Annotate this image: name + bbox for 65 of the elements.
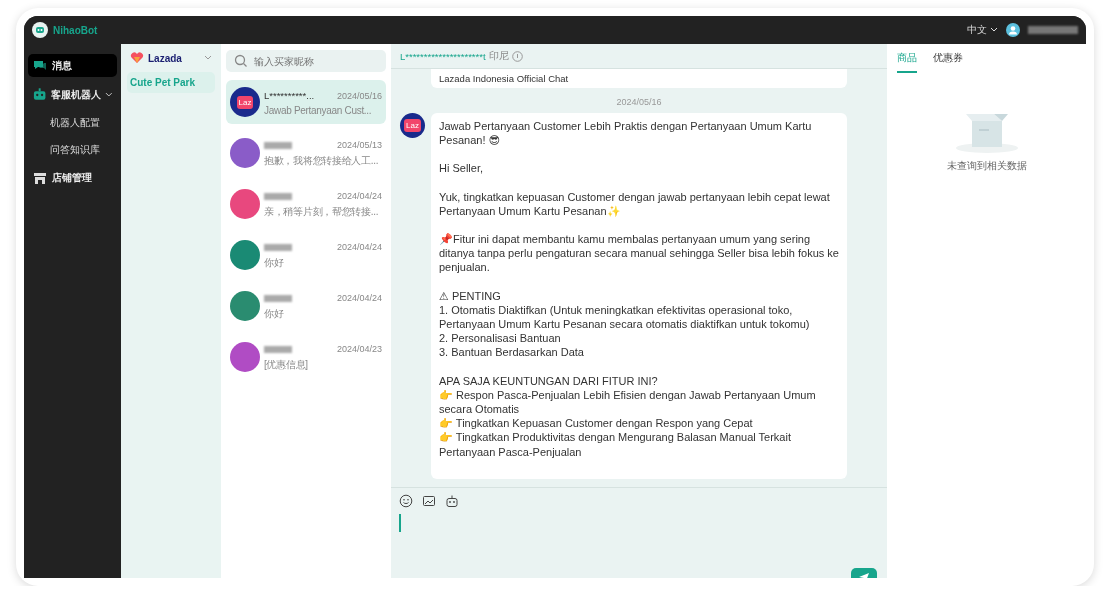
message-text: APA SAJA KEUNTUNGAN DARI FITUR INI? [439, 373, 659, 388]
message-preview: 你好 [264, 256, 285, 270]
avatar-logo-text: Laz [404, 119, 421, 132]
chevron-down-icon [204, 55, 212, 61]
conversation-item[interactable]: 2024/04/23 [优惠信息] [226, 335, 386, 379]
message-preview: Jawab Pertanyaan Cust... [264, 104, 373, 116]
message-date: 2024/04/24 [336, 293, 382, 303]
nav-subitem[interactable]: 问答知识库 [28, 139, 117, 161]
nav-subitem[interactable]: 机器人配置 [28, 112, 117, 134]
info-icon [511, 50, 523, 62]
conversation-item[interactable]: 2024/04/24 你好 [226, 233, 386, 277]
image-icon [422, 494, 436, 508]
empty-state-text: 未查询到相关数据 [946, 159, 1027, 173]
robot-icon [445, 494, 459, 508]
conversation-item[interactable]: Laz L**********... 2024/05/16 Jawab Pertanyaan Cust... [226, 80, 386, 124]
nav-item[interactable]: 客服机器人 [28, 83, 117, 106]
message-text: 📌Fitur ini dapat membantu kamu membalas pertanyaan umum yang sering ditanya tanpa perlu pengaturan secara manual sehingga Seller bisa lebih fokus ke penjualan. [439, 232, 839, 275]
redacted-name [264, 243, 292, 251]
message-date: 2024/05/16 [336, 90, 382, 101]
language-selector[interactable]: 中文 [967, 23, 998, 37]
message-preview: 你好 [264, 307, 285, 321]
message-text: 2. Personalisasi Bantuan [439, 331, 562, 346]
heart-logo-icon [130, 52, 144, 64]
nav-item[interactable]: 消息 [28, 54, 117, 77]
message-text: 👉 Tingkatkan Kepuasan Customer dengan Respon yang Cepat [439, 416, 754, 431]
message-text: Jawab Pertanyaan Customer Lebih Praktis dengan Pertanyaan Umum Kartu Pesanan! 😎 [439, 119, 813, 148]
contact-name: L**********... [264, 90, 315, 101]
conversation-item[interactable]: 2024/04/24 你好 [226, 284, 386, 328]
redacted-name [264, 345, 292, 353]
message-preview: 亲，稍等片刻，帮您转接... [264, 205, 380, 219]
redacted-name [264, 141, 292, 149]
date-separator: 2024/05/16 [615, 97, 663, 107]
message-text: 👉 Tingkatkan Produktivitas dengan Mengurang Balasan Manual Terkait Pertanyaan Pasca-Penjualan [439, 430, 792, 459]
chevron-down-icon [990, 27, 998, 33]
emoji-icon [399, 494, 413, 508]
message-date: 2024/05/13 [336, 140, 382, 150]
message-date: 2024/04/23 [336, 344, 382, 354]
user-avatar-icon [1006, 23, 1020, 37]
message-text: 👉 Respon Pasca-Penjualan Lebih Efisien dengan Jawab Pertanyaan Umum secara Otomatis [439, 387, 817, 417]
nav-item[interactable]: 店铺管理 [28, 166, 117, 189]
robot-icon [32, 86, 48, 103]
message-date: 2024/04/24 [336, 191, 382, 201]
message-date: 2024/04/24 [336, 242, 382, 252]
app-name: NihaoBot [53, 24, 98, 36]
redacted-name [264, 294, 292, 302]
message-bubble: Lazada Indonesia Official Chat [431, 69, 847, 88]
robot-logo-icon [32, 22, 48, 38]
search-field[interactable]: 输入买家昵称 [226, 50, 386, 72]
message-text: 1. Otomatis Diaktifkan (Untuk meningkatkan efektivitas operasional toko, Pertanyaan Umum Kartu Pesanan secara otomatis diaktifkan untuk tokomu) [439, 302, 811, 332]
message-preview: 抱歉，我将您转接给人工... [264, 154, 380, 168]
message-text: 3. Bantuan Berdasarkan Data [439, 345, 585, 360]
conversation-item[interactable]: 2024/04/24 亲，稍等片刻，帮您转接... [226, 182, 386, 226]
conversation-item[interactable]: 2024/05/13 抱歉，我将您转接给人工... [226, 131, 386, 175]
message-text: Yuk, tingkatkan kepuasan Customer dengan jawab pertanyaan lebih cepat lewat Pertanyaan Umum Kartu Pesanan✨ [439, 189, 831, 218]
buyer-region: 印尼 [488, 49, 509, 63]
message-text: Hi Seller, [439, 161, 485, 176]
avatar-logo-text: Laz [236, 95, 254, 109]
buyer-name: L*********************t [400, 50, 486, 62]
message-text: ⚠ PENTING [439, 288, 502, 303]
search-icon [234, 54, 248, 68]
tab[interactable]: 优惠券 [933, 45, 963, 73]
message-preview: [优惠信息] [264, 358, 309, 372]
redacted-username [1028, 26, 1078, 34]
redacted-name [264, 192, 292, 200]
platform-selector[interactable]: Lazada [127, 50, 215, 66]
